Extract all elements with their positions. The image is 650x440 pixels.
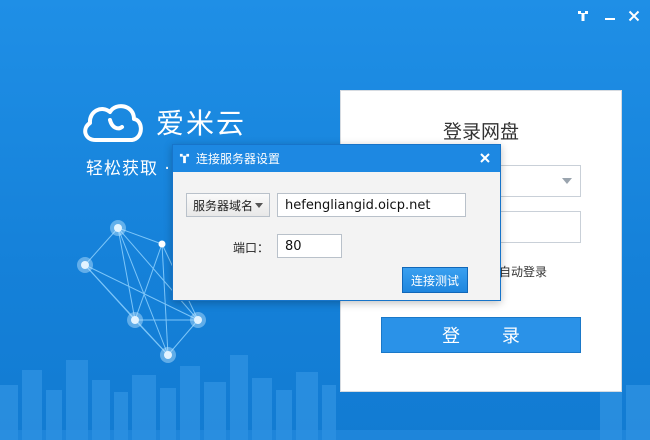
- close-icon: [480, 153, 490, 163]
- cloud-logo-icon: [83, 104, 143, 142]
- minimize-button[interactable]: [600, 6, 620, 26]
- app-window: 爱米云 轻松获取 · 登录网盘 自动登录 登 录 连接服务器设置 服务器域名 h…: [0, 0, 650, 440]
- dialog-title: 连接服务器设置: [196, 152, 281, 166]
- settings-button[interactable]: [573, 6, 593, 26]
- brand-slogan: 轻松获取 ·: [86, 159, 171, 179]
- port-input[interactable]: [277, 234, 342, 258]
- server-domain-input[interactable]: [277, 193, 466, 217]
- brand-name: 爱米云: [156, 107, 247, 140]
- close-icon: [628, 10, 640, 22]
- auto-login-checkbox[interactable]: 自动登录: [499, 263, 547, 280]
- login-title: 登录网盘: [442, 121, 519, 143]
- app-logo: 爱米云: [80, 100, 246, 144]
- auto-login-label: 自动登录: [499, 265, 548, 279]
- server-type-value: 服务器域名: [193, 198, 254, 213]
- server-type-select[interactable]: 服务器域名: [186, 193, 270, 217]
- dialog-titlebar: 连接服务器设置: [173, 145, 500, 172]
- connection-test-button[interactable]: 连接测试: [402, 267, 468, 293]
- wrench-icon: [578, 11, 588, 21]
- login-button[interactable]: 登 录: [381, 317, 581, 353]
- server-settings-dialog: 连接服务器设置 服务器域名 端口： 连接测试: [172, 144, 501, 301]
- close-button[interactable]: [624, 6, 644, 26]
- dialog-close-button[interactable]: [476, 149, 494, 167]
- chevron-down-icon: [562, 178, 572, 184]
- wrench-icon: [179, 153, 190, 164]
- minimize-icon: [605, 18, 615, 20]
- chevron-down-icon: [255, 203, 263, 208]
- port-label: 端口：: [233, 241, 270, 255]
